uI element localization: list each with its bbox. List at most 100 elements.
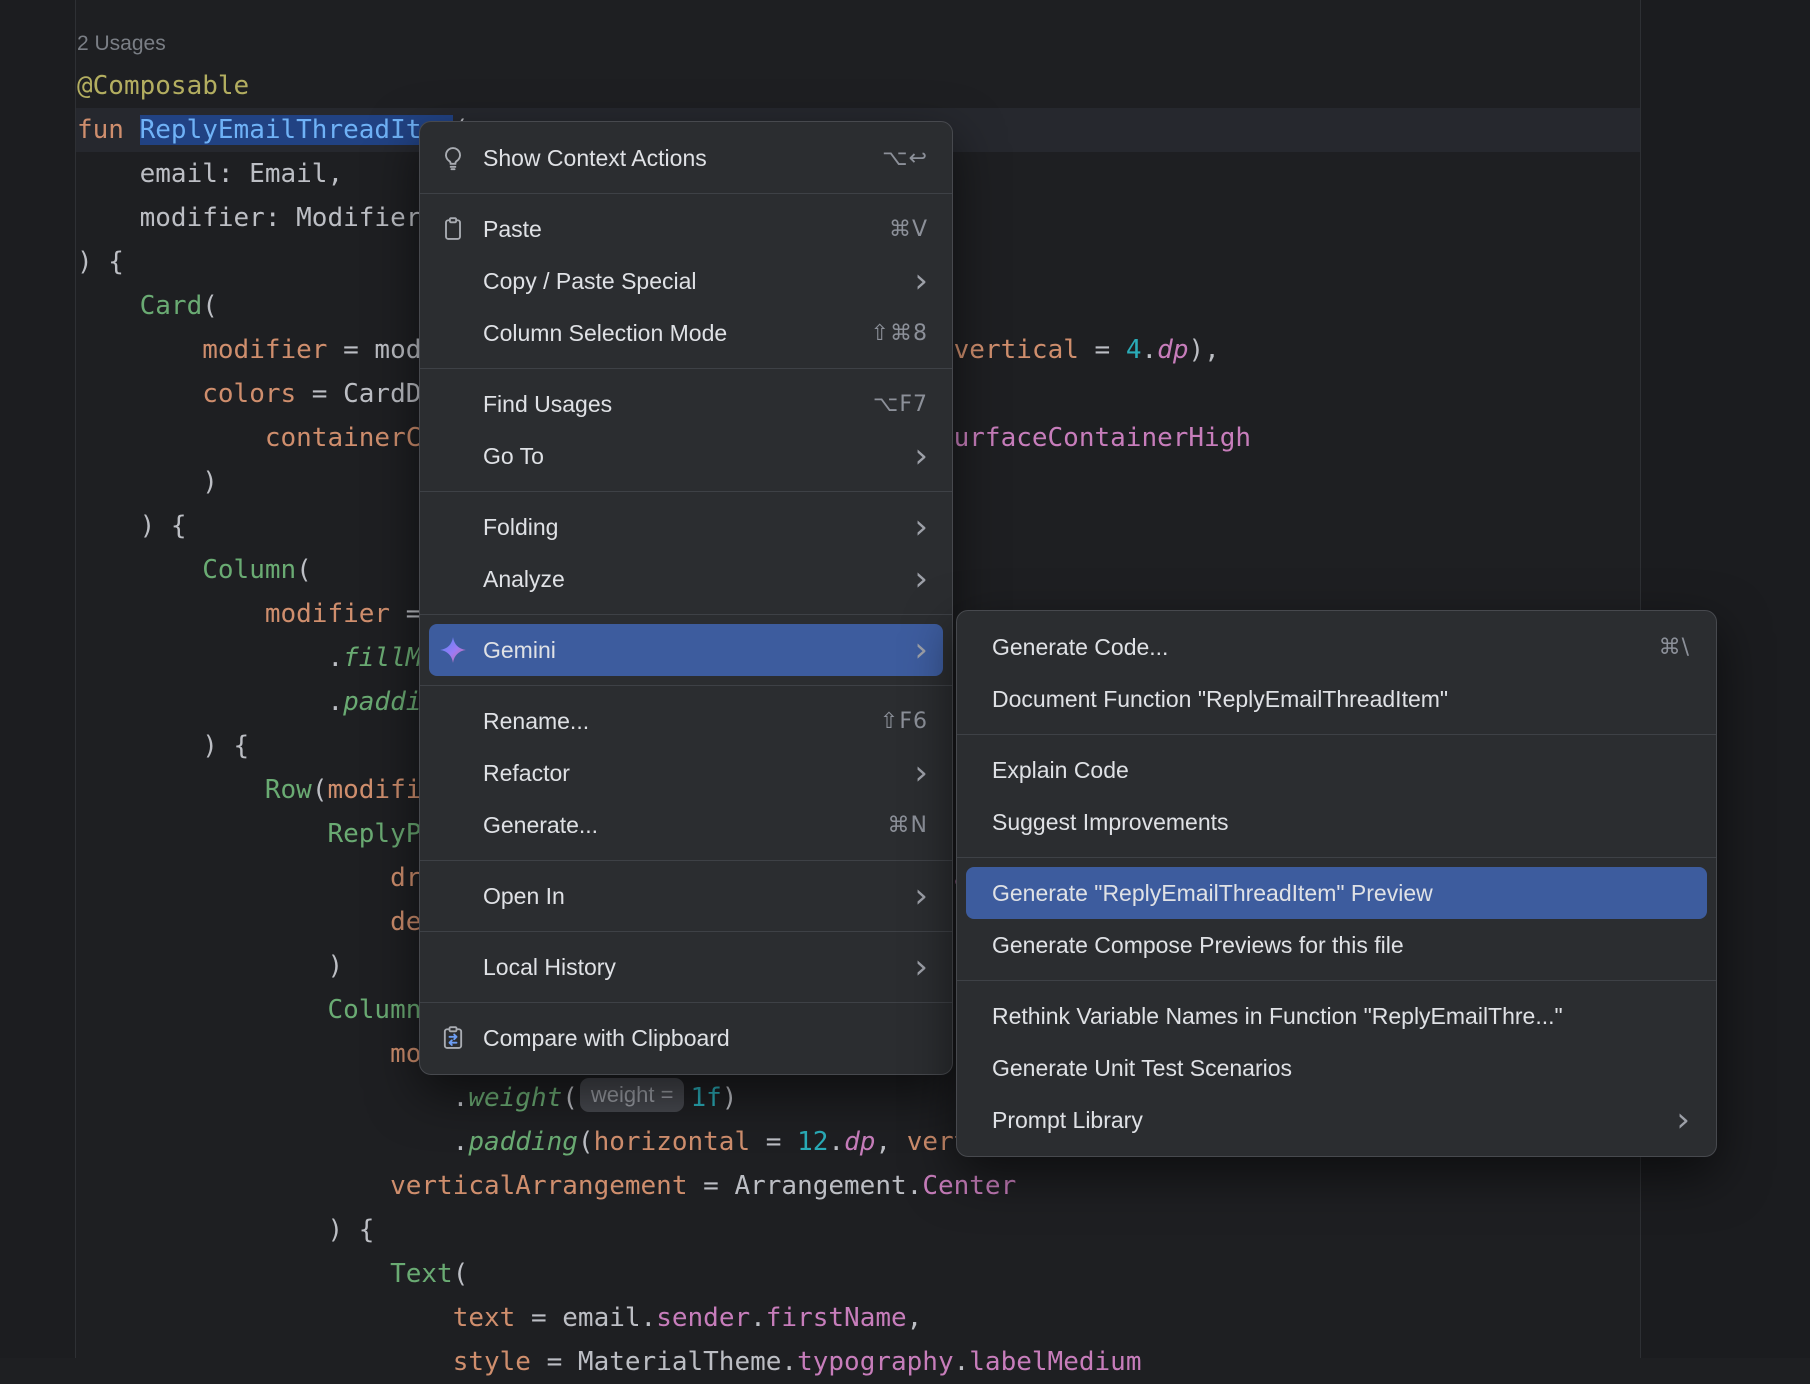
menu-item-analyze[interactable]: Analyze› [420,553,952,605]
menu-divider [420,491,952,492]
menu-item-column-selection-mode[interactable]: Column Selection Mode⇧⌘8 [420,307,952,359]
menu-item-gemini[interactable]: Gemini› [429,624,943,676]
code-token: colors [202,379,296,409]
menu-item-show-context-actions[interactable]: Show Context Actions ⌥↩ [420,132,952,184]
menu-item-suggest-improvements[interactable]: Suggest Improvements [957,796,1716,848]
menu-item-document-function-replyemailthreaditem[interactable]: Document Function "ReplyEmailThreadItem" [957,673,1716,725]
chevron-right-icon: › [884,758,928,788]
menu-item-label: Go To [483,443,544,470]
compare-icon [438,1023,468,1053]
code-token: vertical [954,335,1079,365]
menu-item-label: Open In [483,883,565,910]
code-line[interactable]: @Composable [77,64,1251,108]
menu-item-paste[interactable]: Paste⌘V [420,203,952,255]
code-token [77,1039,390,1069]
menu-item-label: Gemini [483,637,556,664]
menu-item-label: Find Usages [483,391,612,418]
menu-item-label: Copy / Paste Special [483,268,697,295]
code-token: ) { [77,1215,374,1245]
chevron-right-icon: › [884,564,928,594]
menu-item-local-history[interactable]: Local History› [420,941,952,993]
code-token: email: Email, [77,159,343,189]
menu-item-open-in[interactable]: Open In› [420,870,952,922]
code-token: ReplyEmailThreadItem [140,115,453,145]
menu-item-rename[interactable]: Rename...⇧F6 [420,695,952,747]
menu-item-label: Generate "ReplyEmailThreadItem" Preview [992,880,1433,907]
inline-parameter-hint: weight = [580,1078,685,1112]
editor-context-menu: Show Context Actions⌥↩Paste⌘VCopy / Past… [419,121,953,1075]
code-token: ) [77,951,343,981]
menu-item-find-usages[interactable]: Find Usages ⌥F7 [420,378,952,430]
code-line[interactable]: ) { [77,1208,1251,1252]
menu-item-label: Paste [483,216,542,243]
code-token: surfaceContainerHigh [938,423,1251,453]
menu-item-go-to[interactable]: Go To› [420,430,952,482]
menu-item-label: Suggest Improvements [992,809,1229,836]
code-token: . [1142,335,1158,365]
menu-shortcut: ⌥F7 [843,392,928,417]
menu-shortcut: ⌥↩ [852,146,928,171]
menu-item-label: Show Context Actions [483,145,707,172]
code-token: ) { [77,731,249,761]
menu-divider [957,980,1716,981]
code-token: modifier [265,599,390,629]
chevron-right-icon: › [884,266,928,296]
code-token [77,1171,390,1201]
menu-divider [420,1002,952,1003]
menu-divider [957,857,1716,858]
menu-item-explain-code[interactable]: Explain Code [957,744,1716,796]
menu-item-rethink-variable-names-in-function-replyemailthre[interactable]: Rethink Variable Names in Function "Repl… [957,990,1716,1042]
code-token: modifier [202,335,327,365]
icon-placeholder [438,758,468,788]
code-token: dp [844,1127,875,1157]
icon-placeholder [438,952,468,982]
code-token: , [907,1303,923,1333]
menu-divider [420,685,952,686]
menu-item-label: Rename... [483,708,589,735]
menu-item-generate-replyemailthreaditem-preview[interactable]: Generate "ReplyEmailThreadItem" Preview [966,867,1707,919]
menu-item-generate-code[interactable]: Generate Code...⌘\ [957,621,1716,673]
menu-item-generate-compose-previews-for-this-file[interactable]: Generate Compose Previews for this file [957,919,1716,971]
editor-gutter [0,0,75,1358]
code-token [77,863,390,893]
icon-placeholder [438,881,468,911]
code-token: Card [140,291,203,321]
menu-item-label: Generate... [483,812,598,839]
menu-item-refactor[interactable]: Refactor› [420,747,952,799]
chevron-right-icon: › [1646,1105,1690,1135]
menu-item-compare-with-clipboard[interactable]: Compare with Clipboard [420,1012,952,1064]
code-line[interactable]: Text( [77,1252,1251,1296]
menu-item-label: Generate Compose Previews for this file [992,932,1404,959]
code-line[interactable]: text = email.sender.firstName, [77,1296,1251,1340]
code-token [77,1259,390,1289]
menu-item-generate[interactable]: Generate...⌘N [420,799,952,851]
code-token: Center [922,1171,1016,1201]
menu-item-folding[interactable]: Folding› [420,501,952,553]
code-token: Row [265,775,312,805]
menu-divider [420,860,952,861]
menu-shortcut: ⌘\ [1629,635,1690,660]
code-token: 12 [797,1127,828,1157]
code-token: text [453,1303,516,1333]
code-token: = [1079,335,1126,365]
menu-item-generate-unit-test-scenarios[interactable]: Generate Unit Test Scenarios [957,1042,1716,1094]
code-token: . [828,1127,844,1157]
chevron-right-icon: › [884,512,928,542]
code-token: , [875,1127,906,1157]
code-token: @Composable [77,71,249,101]
menu-item-label: Column Selection Mode [483,320,727,347]
code-token: . [77,643,343,673]
code-token: ( [578,1127,594,1157]
code-token: ) { [77,511,187,541]
code-token: = [750,1127,797,1157]
paste-icon [438,214,468,244]
icon-placeholder [438,512,468,542]
code-token [77,291,140,321]
menu-item-copy-paste-special[interactable]: Copy / Paste Special › [420,255,952,307]
code-token [77,423,265,453]
code-line[interactable]: verticalArrangement = Arrangement.Center [77,1164,1251,1208]
code-line[interactable]: 2 Usages [77,20,1251,64]
code-line[interactable]: style = MaterialTheme.typography.labelMe… [77,1340,1251,1384]
menu-item-prompt-library[interactable]: Prompt Library› [957,1094,1716,1146]
gutter-divider [75,0,76,1358]
